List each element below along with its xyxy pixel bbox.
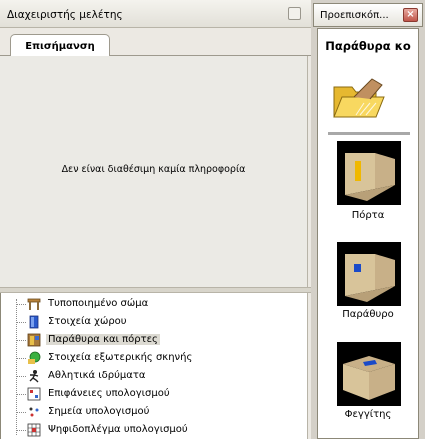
tree-connector — [17, 340, 26, 341]
close-button[interactable]: × — [403, 8, 418, 22]
project-manager-header: Διαχειριστής μελέτης — [0, 0, 311, 28]
tab-strip: Επισήμανση — [0, 28, 311, 57]
tree-item-label: Αθλητικά ιδρύματα — [48, 370, 146, 381]
exterior-scene-icon — [28, 351, 41, 364]
calc-grid-icon — [27, 423, 41, 437]
tree-connector — [17, 322, 26, 323]
tree-item-label: Στοιχεία εξωτερικής σκηνής — [48, 352, 193, 363]
preview-panel: Προεπισκόπ... × Παράθυρα κο Πόρτα Παράθυ… — [311, 0, 425, 439]
tree-connector — [17, 430, 26, 431]
tree-connector — [17, 376, 26, 377]
standard-body-icon — [27, 298, 41, 310]
tree-item-label: Τυποποιημένο σώμα — [48, 298, 149, 309]
calc-points-icon — [29, 407, 39, 417]
project-manager-title: Διαχειριστής μελέτης — [7, 9, 123, 21]
project-manager-panel: Διαχειριστής μελέτης Επισήμανση Δεν είνα… — [0, 0, 311, 439]
tree-connector — [16, 299, 17, 435]
door-label: Πόρτα — [351, 210, 385, 221]
preview-title-bar: Προεπισκόπ... × — [313, 3, 423, 27]
tree-item-label: Επιφάνειες υπολογισμού — [48, 388, 170, 399]
preview-title: Προεπισκόπ... — [320, 10, 389, 21]
tree-item-label: Σημεία υπολογισμού — [48, 406, 150, 417]
preview-content: Παράθυρα κο Πόρτα Παράθυρο Φεγγίτης — [317, 28, 419, 439]
tree-connector — [17, 358, 26, 359]
room-elements-icon — [29, 315, 39, 329]
preview-category-title: Παράθυρα κο — [325, 39, 411, 53]
window-label: Παράθυρο — [342, 309, 394, 320]
tree-item-label: Στοιχεία χώρου — [48, 316, 127, 327]
skylight-preview-icon[interactable] — [337, 342, 401, 406]
tab-highlight-label: Επισήμανση — [25, 41, 95, 52]
door-preview-icon[interactable] — [337, 141, 401, 205]
tree-connector — [17, 394, 26, 395]
preview-header: Προεπισκόπ... × — [311, 0, 425, 28]
info-message: Δεν είναι διαθέσιμη καμία πληροφορία — [61, 164, 246, 175]
tree-connector — [17, 304, 26, 305]
window-preview-icon[interactable] — [337, 242, 401, 306]
preview-separator — [328, 132, 410, 135]
calc-surfaces-icon — [27, 387, 41, 401]
info-area: Δεν είναι διαθέσιμη καμία πληροφορία — [0, 56, 308, 287]
tree-item-label: Παράθυρα και πόρτες — [46, 334, 160, 345]
project-tree: Τυποποιημένο σώμα Στοιχεία χώρου Παράθυρ… — [0, 293, 308, 439]
windows-doors-icon — [27, 333, 41, 347]
open-folder-icon[interactable] — [330, 67, 388, 125]
tab-highlight[interactable]: Επισήμανση — [10, 34, 110, 57]
skylight-label: Φεγγίτης — [344, 409, 392, 420]
panel-options-icon[interactable] — [288, 7, 301, 20]
tree-item-label: Ψηφιδοπλέγμα υπολογισμού — [48, 424, 188, 435]
tree-connector — [17, 412, 26, 413]
sports-facilities-icon — [29, 370, 39, 383]
